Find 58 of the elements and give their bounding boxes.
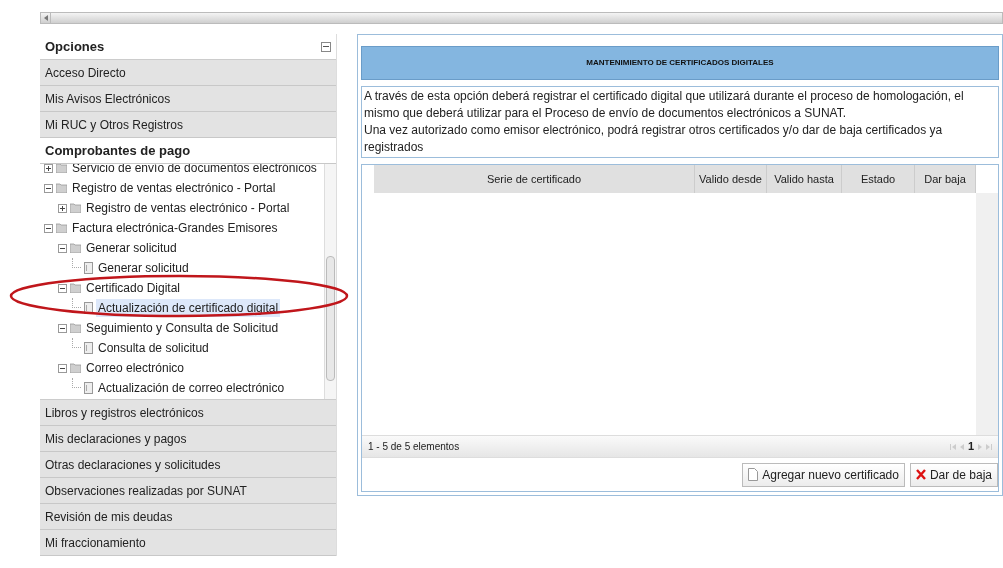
accordion-header[interactable]: Revisión de mis deudas xyxy=(40,504,336,530)
document-icon xyxy=(748,468,759,481)
tree-item[interactable]: Certificado Digital xyxy=(84,279,183,297)
document-icon xyxy=(84,382,93,394)
remove-button[interactable]: Dar de baja xyxy=(909,462,998,487)
collapse-icon[interactable] xyxy=(58,283,67,293)
tree-item[interactable]: Factura electrónica-Grandes Emisores xyxy=(70,219,280,237)
vertical-scrollbar[interactable] xyxy=(324,164,336,399)
document-icon xyxy=(84,342,93,354)
accordion-header[interactable]: Mi fraccionamiento xyxy=(40,530,336,556)
document-icon xyxy=(84,262,93,274)
expand-icon[interactable] xyxy=(44,164,53,173)
accordion-header[interactable]: Mi RUC y Otros Registros xyxy=(40,112,336,138)
accordion-header[interactable]: Mis declaraciones y pagos xyxy=(40,426,336,452)
current-page[interactable]: 1 xyxy=(967,438,974,455)
horizontal-scrollbar[interactable] xyxy=(40,12,1003,24)
pager-summary: 1 - 5 de 5 elementos xyxy=(368,440,460,454)
accordion-header[interactable]: Otras declaraciones y solicitudes xyxy=(40,452,336,478)
column-header[interactable]: Valido desde xyxy=(695,165,767,193)
description-text: Una vez autorizado como emisor electrónico, podrá registrar otros certificados y/o dar de baja certificados ya registrados xyxy=(364,122,944,156)
collapse-icon[interactable] xyxy=(321,41,331,52)
collapse-icon[interactable] xyxy=(58,363,67,373)
tree-item[interactable]: Seguimiento y Consulta de Solicitud xyxy=(84,319,281,337)
folder-icon xyxy=(70,243,81,253)
column-header[interactable]: Estado xyxy=(842,165,915,193)
accordion-header[interactable]: Acceso Directo xyxy=(40,60,336,86)
tree-item[interactable]: Servicio de envío de documentos electrónicos xyxy=(70,164,319,177)
accordion-header[interactable]: Mis Avisos Electrónicos xyxy=(40,86,336,112)
tree-item[interactable]: Generar solicitud xyxy=(84,239,179,257)
expand-icon[interactable] xyxy=(58,203,67,213)
vertical-scrollbar[interactable] xyxy=(976,193,998,435)
folder-icon xyxy=(56,183,67,193)
column-header[interactable]: Serie de certificado xyxy=(374,165,695,193)
tree-item[interactable]: Generar solicitud xyxy=(96,259,191,277)
column-header[interactable]: Valido hasta xyxy=(767,165,842,193)
tree-item[interactable]: Registro de ventas electrónico - Portal xyxy=(70,179,278,197)
collapse-icon[interactable] xyxy=(58,323,67,333)
folder-icon xyxy=(70,283,81,293)
add-button[interactable]: Agregar nuevo certificado xyxy=(742,462,905,487)
folder-icon xyxy=(70,323,81,333)
collapse-icon[interactable] xyxy=(44,223,53,233)
folder-icon xyxy=(70,203,81,213)
accordion-header[interactable]: Libros y registros electrónicos xyxy=(40,400,336,426)
folder-icon xyxy=(56,223,67,233)
document-icon xyxy=(84,302,93,314)
tree-item[interactable]: Consulta de solicitud xyxy=(96,339,211,357)
tree-item[interactable]: Registro de ventas electrónico - Portal xyxy=(84,199,292,217)
description-text: A través de esta opción deberá registrar el certificado digital que utilizará durante el proceso de homologación, el mismo que deberá utilizar para el Proceso de envío de documentos electrónicos a SUNAT. xyxy=(364,88,965,122)
collapse-icon[interactable] xyxy=(44,183,53,193)
folder-icon xyxy=(70,363,81,373)
section-header: MANTENIMIENTO DE CERTIFICADOS DIGITALES xyxy=(361,46,999,80)
panel-title: Opciones xyxy=(45,37,105,56)
tree-item[interactable]: Actualización de correo electrónico xyxy=(96,379,287,397)
accordion-header[interactable]: Observaciones realizadas por SUNAT xyxy=(40,478,336,504)
column-header[interactable]: Dar baja xyxy=(915,165,976,193)
collapse-icon[interactable] xyxy=(58,243,67,253)
tree-item[interactable]: Correo electrónico xyxy=(84,359,187,377)
close-icon xyxy=(915,469,926,480)
